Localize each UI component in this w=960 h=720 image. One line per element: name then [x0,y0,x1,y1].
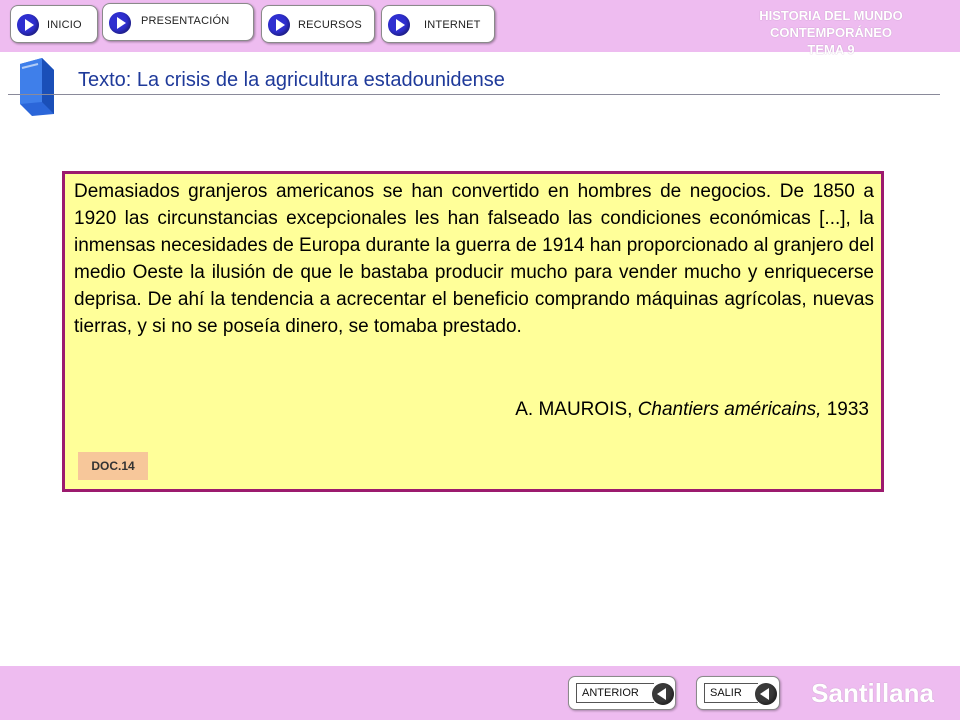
anterior-label: ANTERIOR [582,687,639,699]
play-icon [109,12,131,34]
back-arrow-icon [755,683,777,705]
inicio-button[interactable]: INICIO [10,5,98,43]
inicio-label: INICIO [47,19,82,31]
book-icon [20,58,54,116]
document-citation: A. MAUROIS, Chantiers américains, 1933 [515,399,869,421]
play-icon [268,14,290,36]
top-bar: INICIO PRESENTACIÓN RECURSOS INTERNET HI… [0,0,960,57]
citation-year: 1933 [826,399,869,420]
series-title-line1: HISTORIA DEL MUNDO CONTEMPORÁNEO [759,8,903,40]
document-text: Demasiados granjeros americanos se han c… [74,181,874,337]
series-title: HISTORIA DEL MUNDO CONTEMPORÁNEO TEMA 9 [716,7,946,58]
citation-author: A. MAUROIS, [515,399,633,420]
internet-button[interactable]: INTERNET [381,5,495,43]
salir-label: SALIR [710,687,742,699]
anterior-button[interactable]: ANTERIOR [568,676,676,710]
internet-label: INTERNET [424,19,481,31]
salir-button[interactable]: SALIR [696,676,780,710]
recursos-button[interactable]: RECURSOS [261,5,375,43]
presentacion-label: PRESENTACIÓN [141,15,230,27]
doc-badge: DOC.14 [78,452,148,480]
play-icon [17,14,39,36]
play-icon [388,14,410,36]
title-divider [8,94,940,95]
document-box: Demasiados granjeros americanos se han c… [62,171,884,492]
back-arrow-icon [652,683,674,705]
citation-work: Chantiers américains, [637,399,822,420]
brand-logo: Santillana [811,678,934,708]
page-title: Texto: La crisis de la agricultura estad… [78,69,505,91]
series-title-line2: TEMA 9 [807,42,855,57]
recursos-label: RECURSOS [298,19,362,31]
presentacion-button[interactable]: PRESENTACIÓN [102,3,254,41]
